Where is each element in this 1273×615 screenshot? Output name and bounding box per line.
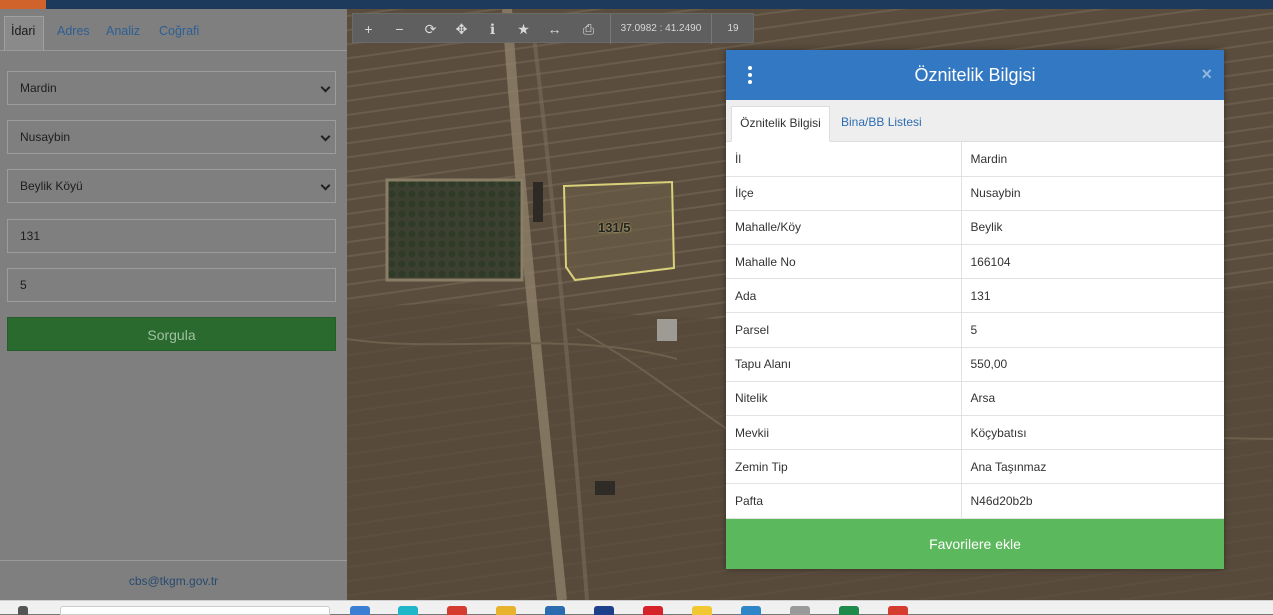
zoom-in-icon[interactable]: + <box>353 14 384 44</box>
attribute-key: Tapu Alanı <box>726 347 962 382</box>
table-row: İlçe Nusaybin <box>726 176 1224 211</box>
mahalle-select-value: Beylik Köyü <box>20 179 83 193</box>
info-icon[interactable]: ℹ <box>477 14 508 44</box>
mahalle-select[interactable]: Beylik Köyü <box>7 169 336 203</box>
favorite-icon[interactable]: ★ <box>508 14 539 44</box>
attribute-key: Nitelik <box>726 381 962 417</box>
left-panel: İdari Adres Analiz Coğrafi Mardin Nusayb… <box>0 9 347 600</box>
table-row: Mahalle No 166104 <box>726 244 1224 280</box>
attribute-value: Köçybatısı <box>961 415 1224 451</box>
table-row: Parsel 5 <box>726 312 1224 348</box>
dialog-header: Öznitelik Bilgisi × <box>726 50 1224 100</box>
attribute-value: 131 <box>961 278 1224 314</box>
map-toolbar: + − ⟳ ✥ ℹ ★ ↔ ⎙ 37.0982 : 41.2490 19 <box>352 13 754 44</box>
measure-icon[interactable]: ↔ <box>539 14 570 44</box>
attribute-value: Beylik <box>961 210 1224 246</box>
ilce-select-value: Nusaybin <box>20 130 71 144</box>
attribute-value: Nusaybin <box>961 176 1224 211</box>
tab-bina-listesi[interactable]: Bina/BB Listesi <box>841 106 922 142</box>
table-row: Nitelik Arsa <box>726 381 1224 417</box>
attribute-key: Mevkii <box>726 415 962 451</box>
logo-accent <box>0 0 46 9</box>
attribute-key: Zemin Tip <box>726 449 962 485</box>
table-row: Mevkii Köçybatısı <box>726 415 1224 451</box>
footer-email[interactable]: cbs@tkgm.gov.tr <box>0 560 347 600</box>
taskbar <box>0 600 1273 615</box>
tab-adres[interactable]: Adres <box>54 17 93 51</box>
tab-oznitelik[interactable]: Öznitelik Bilgisi <box>731 106 830 142</box>
top-bar <box>0 0 1273 9</box>
attribute-value: 550,00 <box>961 347 1224 382</box>
dialog-tabs: Öznitelik Bilgisi Bina/BB Listesi <box>726 100 1224 142</box>
sorgula-button[interactable]: Sorgula <box>7 317 336 351</box>
close-icon[interactable]: × <box>1201 64 1212 85</box>
coordinate-readout: 37.0982 : 41.2490 <box>610 14 712 44</box>
zoom-out-icon[interactable]: − <box>384 14 415 44</box>
attribute-value: Mardin <box>961 142 1224 177</box>
parsel-input[interactable]: 5 <box>7 268 336 302</box>
table-row: Tapu Alanı 550,00 <box>726 347 1224 382</box>
chevron-down-icon <box>320 180 331 191</box>
table-row: Mahalle/Köy Beylik <box>726 210 1224 246</box>
chevron-down-icon <box>320 82 331 93</box>
locate-icon[interactable]: ✥ <box>446 14 477 44</box>
il-select-value: Mardin <box>20 81 57 95</box>
tab-cografi[interactable]: Coğrafi <box>156 17 202 51</box>
attribute-value: Ana Taşınmaz <box>961 449 1224 485</box>
table-row: İl Mardin <box>726 142 1224 177</box>
table-row: Zemin Tip Ana Taşınmaz <box>726 449 1224 485</box>
attribute-key: Pafta <box>726 483 962 519</box>
attribute-key: İlçe <box>726 176 962 211</box>
table-row: Pafta N46d20b2b <box>726 483 1224 519</box>
refresh-icon[interactable]: ⟳ <box>415 14 446 44</box>
attribute-value: N46d20b2b <box>961 483 1224 519</box>
parcel-label: 131/5 <box>598 220 631 235</box>
attribute-value: 166104 <box>961 244 1224 280</box>
attribute-key: İl <box>726 142 962 177</box>
add-favorite-button[interactable]: Favorilere ekle <box>726 519 1224 569</box>
tab-analiz[interactable]: Analiz <box>103 17 143 51</box>
attribute-key: Mahalle/Köy <box>726 210 962 246</box>
table-row: Ada 131 <box>726 278 1224 314</box>
attribute-key: Parsel <box>726 312 962 348</box>
zoom-level: 19 <box>727 23 739 34</box>
il-select[interactable]: Mardin <box>7 71 336 105</box>
chevron-down-icon <box>320 131 331 142</box>
print-icon[interactable]: ⎙ <box>573 14 604 44</box>
dialog-title: Öznitelik Bilgisi <box>914 65 1036 85</box>
attribute-value: 5 <box>961 312 1224 348</box>
attribute-table: İl Mardin İlçe Nusaybin Mahalle/Köy Beylik Mah… <box>726 142 1224 519</box>
query-tabs: İdari Adres Analiz Coğrafi <box>0 9 347 51</box>
ada-input[interactable]: 131 <box>7 219 336 253</box>
tab-idari[interactable]: İdari <box>4 16 45 50</box>
attribute-dialog: Öznitelik Bilgisi × Öznitelik Bilgisi Bi… <box>726 50 1224 569</box>
attribute-key: Mahalle No <box>726 244 962 280</box>
attribute-key: Ada <box>726 278 962 314</box>
attribute-value: Arsa <box>961 381 1224 417</box>
ilce-select[interactable]: Nusaybin <box>7 120 336 154</box>
